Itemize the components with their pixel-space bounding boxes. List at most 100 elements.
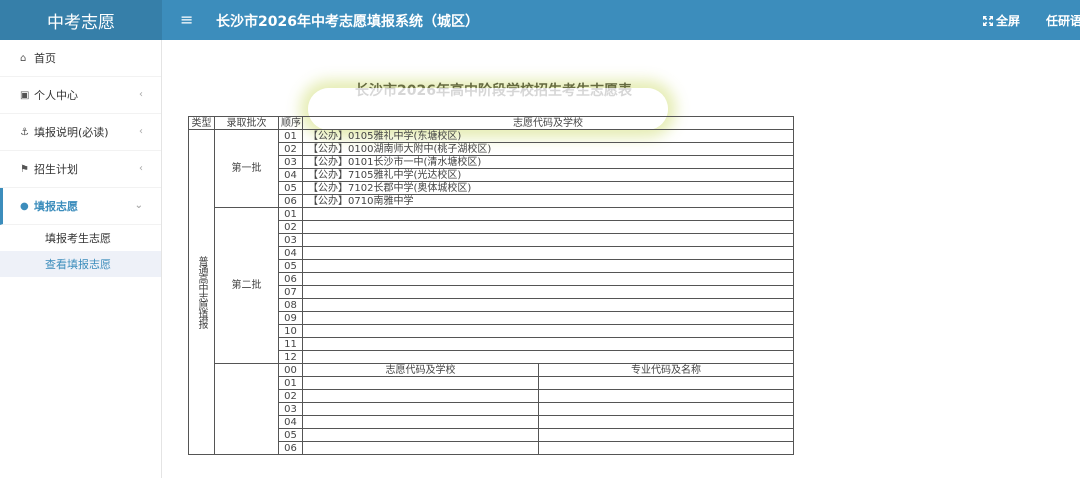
school-cell: 【公办】0100湖南师大附中(桃子湖校区) [302,142,794,156]
sidebar-item-personal-center[interactable]: ▣ 个人中心 ‹ [0,77,161,114]
order-cell: 08 [278,298,303,312]
sidebar-item-label: 招生计划 [34,163,78,176]
home-icon: ⌂ [20,52,27,64]
table-row: 02 [189,389,794,403]
school-cell[interactable] [302,220,794,234]
table-row: 11 [189,337,794,351]
school-cell[interactable] [302,402,539,416]
sidebar-item-enrollment-plan[interactable]: ⚑ 招生计划 ‹ [0,151,161,188]
table-row: 05 [189,259,794,273]
sidebar: ⌂ 首页 ▣ 个人中心 ‹ ⚓ 填报说明(必读) ‹ ⚑ 招生计划 ‹ ● 填报… [0,40,162,478]
school-cell[interactable] [302,311,794,325]
sidebar-item-instructions[interactable]: ⚓ 填报说明(必读) ‹ [0,114,161,151]
sidebar-item-label: 首页 [34,52,56,65]
table-header-row: 类型 录取批次 顺序 志愿代码及学校 [188,116,794,130]
table-row: 06 [189,441,794,455]
col-major-header: 专业代码及名称 [538,363,794,377]
table-row: 01 [189,376,794,390]
table-row: 06 【公办】0710南雅中学 [189,194,794,208]
order-cell: 03 [278,233,303,247]
app-logo[interactable]: 中考志愿 [0,0,162,40]
fullscreen-label: 全屏 [996,14,1021,28]
header-school: 志愿代码及学校 [302,116,794,130]
expand-icon [983,15,993,26]
school-cell[interactable] [302,415,539,429]
menu-toggle-icon[interactable]: ≡ [180,10,193,30]
order-cell: 03 [278,155,303,169]
school-cell[interactable] [302,389,539,403]
order-cell: 02 [278,142,303,156]
school-cell: 【公办】7105雅礼中学(光达校区) [302,168,794,182]
batch-1-cell: 第一批 [214,129,279,208]
order-cell: 04 [278,168,303,182]
school-cell[interactable] [302,298,794,312]
table-row: 02 【公办】0100湖南师大附中(桃子湖校区) [189,142,794,156]
school-cell: 【公办】0710南雅中学 [302,194,794,208]
school-cell: 【公办】0101长沙市一中(清水塘校区) [302,155,794,169]
sidebar-subitem-view-volunteer[interactable]: 查看填报志愿 [0,251,161,277]
user-name[interactable]: 任研语 [1046,12,1080,29]
school-cell[interactable] [302,350,794,364]
major-cell[interactable] [538,402,794,416]
school-cell[interactable] [302,246,794,260]
sidebar-item-fill-volunteer[interactable]: ● 填报志愿 ⌄ [0,188,161,225]
order-cell: 01 [278,207,303,221]
order-cell: 01 [278,129,303,143]
id-card-icon: ▣ [20,89,30,101]
user-icon: ● [20,200,29,212]
order-cell: 02 [278,220,303,234]
school-cell[interactable] [302,259,794,273]
sidebar-subitem-fill-student-volunteer[interactable]: 填报考生志愿 [0,225,161,251]
table-row: 10 [189,324,794,338]
order-cell: 12 [278,350,303,364]
major-cell[interactable] [538,415,794,429]
order-cell: 03 [278,402,303,416]
anchor-icon: ⚓ [20,126,29,138]
major-cell[interactable] [538,441,794,455]
order-cell: 02 [278,389,303,403]
school-cell[interactable] [302,428,539,442]
order-cell: 05 [278,181,303,195]
table-row: 02 [189,220,794,234]
school-cell[interactable] [302,324,794,338]
sidebar-item-home[interactable]: ⌂ 首页 [0,40,161,77]
table-row: 05 【公办】7102长郡中学(奥体城校区) [189,181,794,195]
sidebar-item-label: 填报说明(必读) [34,126,109,139]
school-cell[interactable] [302,285,794,299]
chevron-left-icon: ‹ [139,89,143,100]
table-row: 03 [189,402,794,416]
school-cell[interactable] [302,337,794,351]
major-cell[interactable] [538,376,794,390]
flag-icon: ⚑ [20,163,29,175]
order-cell: 06 [278,272,303,286]
fullscreen-button[interactable]: 全屏 [983,12,1020,29]
chevron-left-icon: ‹ [139,126,143,137]
order-cell: 06 [278,441,303,455]
chevron-down-icon: ⌄ [134,200,143,211]
school-cell[interactable] [302,272,794,286]
system-title: 长沙市2026年中考志愿填报系统（城区） [216,14,479,30]
table-row: 03 [189,233,794,247]
top-bar: 中考志愿 ≡ 长沙市2026年中考志愿填报系统（城区） 全屏 任研语 [0,0,1080,40]
major-cell[interactable] [538,428,794,442]
school-cell[interactable] [302,233,794,247]
table-row: 06 [189,272,794,286]
type-cell: 普通高中志愿填报 [188,129,215,455]
major-cell[interactable] [538,389,794,403]
order-cell: 09 [278,311,303,325]
table-row: 08 [189,298,794,312]
header-order: 顺序 [278,116,303,130]
header-batch: 录取批次 [214,116,279,130]
table-row: 05 [189,428,794,442]
school-cell[interactable] [302,207,794,221]
table-row: 普通高中志愿填报 第一批 01 【公办】0105雅礼中学(东塘校区) [188,129,794,455]
school-cell[interactable] [302,376,539,390]
table-row: 第二批 01 [189,207,794,364]
col-school-header: 志愿代码及学校 [302,363,539,377]
order-cell: 00 [278,363,303,377]
table-row: 07 [189,285,794,299]
order-cell: 04 [278,415,303,429]
table-subheader-row: 00 志愿代码及学校 专业代码及名称 [189,363,794,455]
school-cell[interactable] [302,441,539,455]
header-type: 类型 [188,116,215,130]
